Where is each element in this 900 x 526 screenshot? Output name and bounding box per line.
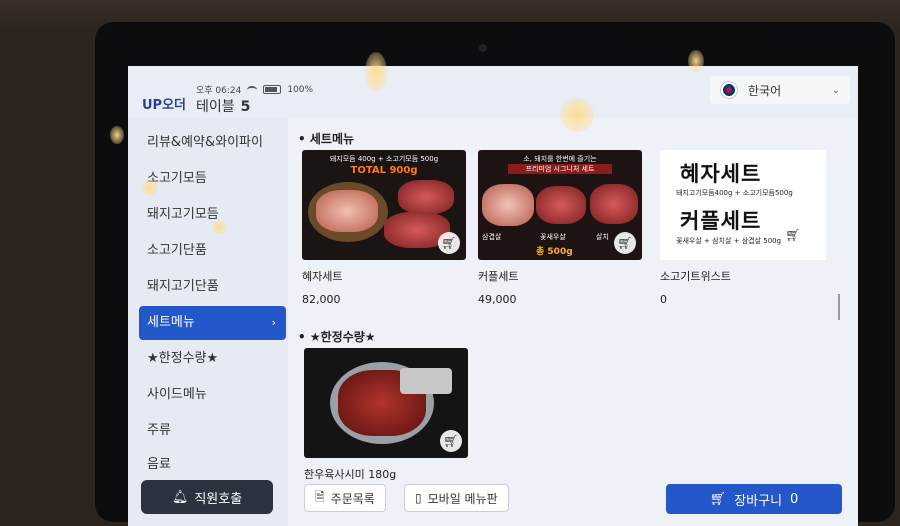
- chevron-right-icon: ›: [271, 316, 276, 329]
- wifi-icon: [247, 85, 258, 94]
- sidebar-item-beef-combo[interactable]: 소고기모듬: [139, 162, 286, 196]
- chevron-down-icon: ⌄: [831, 84, 840, 96]
- add-to-cart-icon[interactable]: 🛒︎: [440, 430, 462, 452]
- menu-content: • 세트메뉴 돼지모듬 400g + 소고기모듬 500g TOTAL 900g…: [298, 124, 858, 526]
- language-selector[interactable]: 한국어 ⌄: [710, 76, 850, 104]
- table-indicator: 테이블 5: [196, 96, 250, 116]
- add-to-cart-icon[interactable]: 🛒︎: [614, 232, 636, 254]
- beef-cut: [536, 186, 586, 224]
- bottom-action-bar: 🗎 주문목록 ▯ 모바일 메뉴판 🛒︎ 장바구니 0: [298, 482, 858, 526]
- mobile-menu-label: 모바일 메뉴판: [427, 491, 498, 506]
- menu-card-hyeja-set[interactable]: 돼지모듬 400g + 소고기모듬 500g TOTAL 900g 🛒︎ 혜자세…: [302, 150, 468, 306]
- sidebar-item-label: 소고기단품: [147, 243, 207, 258]
- menu-name: 소고기트위스트: [660, 270, 731, 283]
- clock: 오후 06:24: [196, 86, 242, 96]
- table-label: 테이블: [196, 99, 235, 115]
- thumb-label: 살치: [596, 233, 609, 241]
- thumb-label: 삼겹살: [482, 233, 502, 241]
- menu-image: 돼지모듬 400g + 소고기모듬 500g TOTAL 900g 🛒︎: [302, 150, 466, 260]
- phone-icon: ▯: [415, 491, 422, 505]
- sidebar-item-label: 음료: [147, 457, 171, 472]
- language-label: 한국어: [748, 83, 782, 98]
- content-scrollbar[interactable]: [838, 294, 840, 320]
- section-title-text: ★한정수량★: [309, 330, 376, 344]
- thumb-caption: 프리미엄 시그니처 세트: [508, 164, 612, 174]
- sidebar-item-side-menu[interactable]: 사이드메뉴: [139, 378, 286, 412]
- menu-price: 49,000: [478, 293, 517, 306]
- menu-image: 혜자세트 돼지고기모듬400g + 소고기모듬500g 커플세트 꽃새우살 + …: [660, 150, 826, 260]
- cart-count: 0: [790, 491, 799, 507]
- thumb-caption: 돼지모듬 400g + 소고기모듬 500g: [329, 155, 439, 163]
- battery-icon: [263, 85, 282, 94]
- sidebar-item-label: 돼지고기단품: [147, 279, 219, 294]
- battery-level: 100%: [287, 84, 314, 95]
- menu-image: 🛒︎: [304, 348, 468, 458]
- sauce-dish: [400, 368, 452, 394]
- sidebar-item-liquor[interactable]: 주류: [139, 414, 286, 448]
- add-to-cart-icon[interactable]: 🛒︎: [438, 232, 460, 254]
- sidebar-item-beef-single[interactable]: 소고기단품: [139, 234, 286, 268]
- section-title-limited: • ★한정수량★: [298, 330, 376, 344]
- thumb-title: 커플세트: [680, 209, 762, 233]
- menu-card-beef-twist[interactable]: 혜자세트 돼지고기모듬400g + 소고기모듬500g 커플세트 꽃새우살 + …: [660, 150, 826, 306]
- menu-price: 82,000: [302, 293, 341, 306]
- cart-label: 장바구니: [734, 493, 783, 509]
- menu-name: 한우육사시미 180g: [304, 468, 397, 481]
- pork-slices: [316, 190, 378, 232]
- add-to-cart-icon[interactable]: 🛒︎: [782, 224, 804, 246]
- sidebar-item-label: 돼지고기모듬: [147, 207, 219, 222]
- status-bar: 오후 06:24 100%: [196, 83, 314, 97]
- sidebar-item-pork-combo[interactable]: 돼지고기모듬: [139, 198, 286, 232]
- staff-call-button[interactable]: 🔔︎ 직원호출: [141, 480, 273, 514]
- beef-cut: [398, 180, 454, 214]
- tablet-camera: [479, 44, 487, 52]
- order-list-label: 주문목록: [330, 491, 375, 506]
- bell-icon: 🔔︎: [171, 489, 189, 505]
- sidebar-item-drinks[interactable]: 음료: [139, 448, 286, 482]
- sidebar-item-label: 소고기모듬: [147, 171, 207, 186]
- thumb-subtitle: 꽃새우살 + 삼치살 + 삼겹살 500g: [676, 237, 782, 245]
- menu-price: 0: [660, 293, 667, 306]
- menu-name: 혜자세트: [302, 270, 343, 283]
- thumb-subtitle: 돼지고기모듬400g + 소고기모듬500g: [676, 189, 793, 197]
- sidebar-item-review[interactable]: 리뷰&예약&와이파이: [139, 126, 286, 160]
- thumb-label: 꽃새우살: [540, 233, 566, 241]
- sidebar-item-label: 사이드메뉴: [147, 387, 207, 402]
- thumb-title: 혜자세트: [680, 162, 762, 186]
- pork-belly: [482, 184, 534, 226]
- cart-button[interactable]: 🛒︎ 장바구니 0: [666, 484, 842, 514]
- sidebar-item-label: 주류: [147, 423, 171, 438]
- menu-name: 커플세트: [478, 270, 519, 283]
- top-bar: UP오더 오후 06:24 100% 테이블 5 한국어 ⌄: [128, 66, 858, 118]
- section-title-set-menu: • 세트메뉴: [298, 132, 355, 146]
- thumb-total: TOTAL 900g: [350, 165, 418, 176]
- sidebar-item-set-menu[interactable]: 세트메뉴 ›: [139, 306, 286, 340]
- tablet-screen: UP오더 오후 06:24 100% 테이블 5 한국어 ⌄ 리뷰&예약&와이파이…: [128, 66, 858, 526]
- sidebar-item-label: 세트메뉴: [147, 315, 195, 330]
- receipt-icon: 🗎: [315, 489, 325, 504]
- sidebar-item-label: ★한정수량★: [147, 351, 219, 366]
- app-logo: UP오더: [142, 98, 187, 113]
- sidebar-item-label: 리뷰&예약&와이파이: [147, 135, 263, 150]
- sidebar-item-limited[interactable]: ★한정수량★: [139, 342, 286, 376]
- order-list-button[interactable]: 🗎 주문목록: [304, 484, 386, 512]
- staff-call-label: 직원호출: [194, 491, 243, 507]
- korea-flag-icon: [720, 81, 738, 99]
- beef-cut: [590, 184, 638, 224]
- mobile-menu-button[interactable]: ▯ 모바일 메뉴판: [404, 484, 509, 512]
- thumb-caption: 소, 돼지를 한번에 즐기는: [523, 155, 597, 163]
- menu-image: 소, 돼지를 한번에 즐기는 프리미엄 시그니처 세트 삼겹살 꽃새우살 살치 …: [478, 150, 642, 260]
- menu-card-hanwoo-sashimi[interactable]: 🛒︎ 한우육사시미 180g: [304, 348, 470, 482]
- cart-icon: 🛒︎: [709, 491, 727, 507]
- table-number: 5: [240, 99, 251, 115]
- thumb-weight: 총 500g: [536, 247, 573, 257]
- sidebar-item-pork-single[interactable]: 돼지고기단품: [139, 270, 286, 304]
- menu-card-couple-set[interactable]: 소, 돼지를 한번에 즐기는 프리미엄 시그니처 세트 삼겹살 꽃새우살 살치 …: [478, 150, 644, 306]
- section-title-text: 세트메뉴: [309, 132, 355, 146]
- category-sidebar: 리뷰&예약&와이파이 소고기모듬 돼지고기모듬 소고기단품 돼지고기단품 세트메…: [128, 118, 288, 526]
